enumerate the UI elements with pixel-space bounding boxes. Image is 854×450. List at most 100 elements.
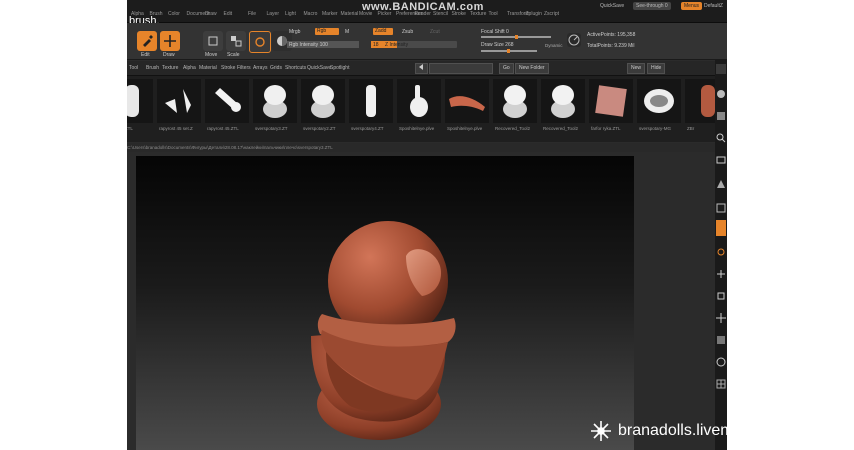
zsub-button[interactable]: Zsub — [402, 29, 413, 35]
lightbox-menu-tool[interactable]: Tool — [129, 65, 138, 71]
hide-button[interactable]: Hide — [647, 63, 666, 74]
thumbnail-caption: rapyrost 45.ZTL — [207, 126, 239, 131]
snowflake-icon — [591, 421, 611, 441]
clay-sculpt — [311, 221, 456, 440]
menu-bar: Alpha Brush Color Document Draw Edit File Layer… — [127, 0, 727, 23]
default-script-button[interactable]: DefaultZ — [704, 3, 723, 9]
thumbnail-preview — [410, 85, 428, 117]
bpr-icon[interactable] — [716, 86, 726, 98]
lightbox-thumbnail[interactable] — [493, 79, 537, 123]
menus-button[interactable]: Menus — [681, 2, 703, 10]
m-button[interactable]: M — [345, 29, 349, 35]
rotate-button[interactable] — [249, 31, 271, 53]
menu-item-marker[interactable]: Marker — [322, 11, 338, 17]
lightbox-menu-texture[interactable]: Texture — [162, 65, 178, 71]
lightbox-menu-quicksave[interactable]: QuickSave — [307, 65, 331, 71]
lightbox-thumbnail[interactable] — [127, 79, 153, 123]
see-through-slider[interactable]: See-through 0 — [633, 2, 671, 10]
menu-item-macro[interactable]: Macro — [304, 11, 318, 17]
nav-left-button[interactable] — [415, 63, 428, 74]
local-icon[interactable] — [716, 244, 726, 256]
draw-button[interactable] — [160, 31, 180, 51]
lightbox-menu-stroke[interactable]: Stroke — [221, 65, 235, 71]
viewport-canvas[interactable] — [136, 156, 634, 450]
edit-button[interactable] — [137, 31, 157, 51]
bandicam-watermark: www.BANDICAM.com — [362, 1, 484, 13]
go-button[interactable]: Go — [499, 63, 514, 74]
lightbox-menu-alpha[interactable]: Alpha — [183, 65, 196, 71]
lightbox-menu-material[interactable]: Material — [199, 65, 217, 71]
dynamic-toggle[interactable]: Dynamic — [545, 43, 563, 48]
menu-item-zplugin[interactable]: Zplugin — [526, 11, 542, 17]
edit-icon — [143, 35, 153, 47]
lightbox-thumbnail[interactable] — [637, 79, 681, 123]
aahalf-icon[interactable] — [716, 176, 726, 188]
lightbox-thumbnail[interactable] — [541, 79, 585, 123]
menu-item-file[interactable]: File — [248, 11, 256, 17]
xyz-rotate-icon[interactable] — [716, 266, 726, 278]
thumbnail-caption: sverspotary3.ZT — [255, 126, 288, 131]
top-toolbar: Edit Draw Move Scale Mrgb Rgb M Rgb Inte… — [127, 23, 727, 60]
right-tool-sidebar — [715, 60, 727, 450]
new-folder-button[interactable]: New Folder — [515, 63, 549, 74]
lightbox-thumbnail[interactable] — [349, 79, 393, 123]
lightbox-thumbnail[interactable] — [445, 79, 489, 123]
rgb-button[interactable]: Rgb — [315, 28, 339, 35]
menu-item-material[interactable]: Material — [341, 11, 359, 17]
lightbox-shelf: sheniy.ZTL rapyrost 45 set.Z rapyrost 45.Z… — [127, 76, 727, 142]
sidebar-scroll-icon[interactable] — [716, 64, 726, 74]
lightbox-thumbnail[interactable] — [157, 79, 201, 123]
thumbnail-caption: sverspotary2.ZT — [303, 126, 336, 131]
rotate-icon — [255, 37, 265, 47]
thumbnail-preview — [503, 85, 527, 118]
focal-shift-knob[interactable] — [515, 35, 518, 39]
lightbox-menu-spotlight[interactable]: Spotlight — [330, 65, 349, 71]
folder-path-field[interactable] — [429, 63, 493, 74]
move-button[interactable] — [203, 31, 223, 51]
lightbox-thumbnail[interactable] — [589, 79, 633, 123]
lightbox-thumbnail[interactable] — [397, 79, 441, 123]
floor-toggle-icon[interactable] — [716, 220, 726, 236]
rotate-view-icon[interactable] — [716, 354, 726, 367]
mrgb-button[interactable]: Mrgb — [289, 29, 300, 35]
lightbox-menu-grids[interactable]: Grids — [270, 65, 282, 71]
menu-item-draw[interactable]: Draw — [205, 11, 217, 17]
persp-icon[interactable] — [716, 200, 726, 213]
actual-size-icon[interactable] — [716, 152, 726, 164]
quicksave-button[interactable]: QuickSave — [597, 2, 627, 10]
move-view-icon[interactable] — [716, 310, 726, 323]
lightbox-thumbnail[interactable] — [301, 79, 345, 123]
lightbox-menu-brush[interactable]: Brush — [146, 65, 159, 71]
thumbnail-caption: sverspotary4.ZT — [351, 126, 384, 131]
lightbox-thumbnail[interactable] — [205, 79, 249, 123]
menu-item-layer[interactable]: Layer — [267, 11, 280, 17]
thumbnail-caption: Sposhitelnye.plve — [447, 126, 483, 131]
thumbnail-preview — [311, 85, 335, 118]
thumbnail-caption: ZBr — [687, 126, 695, 131]
new-button[interactable]: New — [627, 63, 646, 74]
polyf-icon[interactable] — [716, 376, 726, 389]
draw-icon — [164, 35, 176, 47]
menu-item-edit[interactable]: Edit — [224, 11, 233, 17]
frame-icon[interactable] — [716, 288, 726, 300]
zcut-button[interactable]: Zcut — [430, 29, 440, 35]
lightbox-menu-bar: Tool Brush Texture Alpha Material Stroke Filte… — [127, 61, 727, 76]
lightbox-menu-filters[interactable]: Filters — [237, 65, 251, 71]
spix-icon[interactable] — [716, 108, 726, 120]
menu-item-tool[interactable]: Tool — [489, 11, 498, 17]
scale-button[interactable] — [226, 31, 246, 51]
menu-item-color[interactable]: Color — [168, 11, 180, 17]
lightbox-thumbnail[interactable] — [253, 79, 297, 123]
gauge-icon — [568, 34, 580, 46]
lightbox-menu-shortcuts[interactable]: Shortcuts — [285, 65, 306, 71]
lightbox-menu-arrays[interactable]: Arrays — [253, 65, 267, 71]
zoom-icon[interactable] — [716, 130, 726, 143]
zadd-button[interactable]: Zadd — [373, 28, 393, 35]
scale-icon — [231, 36, 242, 47]
thumbnail-caption: farfor ryka.ZTL — [591, 126, 621, 131]
z-intensity-slider[interactable] — [371, 41, 457, 48]
scale-view-icon[interactable] — [716, 332, 726, 344]
draw-size-knob[interactable] — [507, 49, 510, 53]
menu-item-light[interactable]: Light — [285, 11, 296, 17]
menu-item-zscript[interactable]: Zscript — [544, 11, 559, 17]
